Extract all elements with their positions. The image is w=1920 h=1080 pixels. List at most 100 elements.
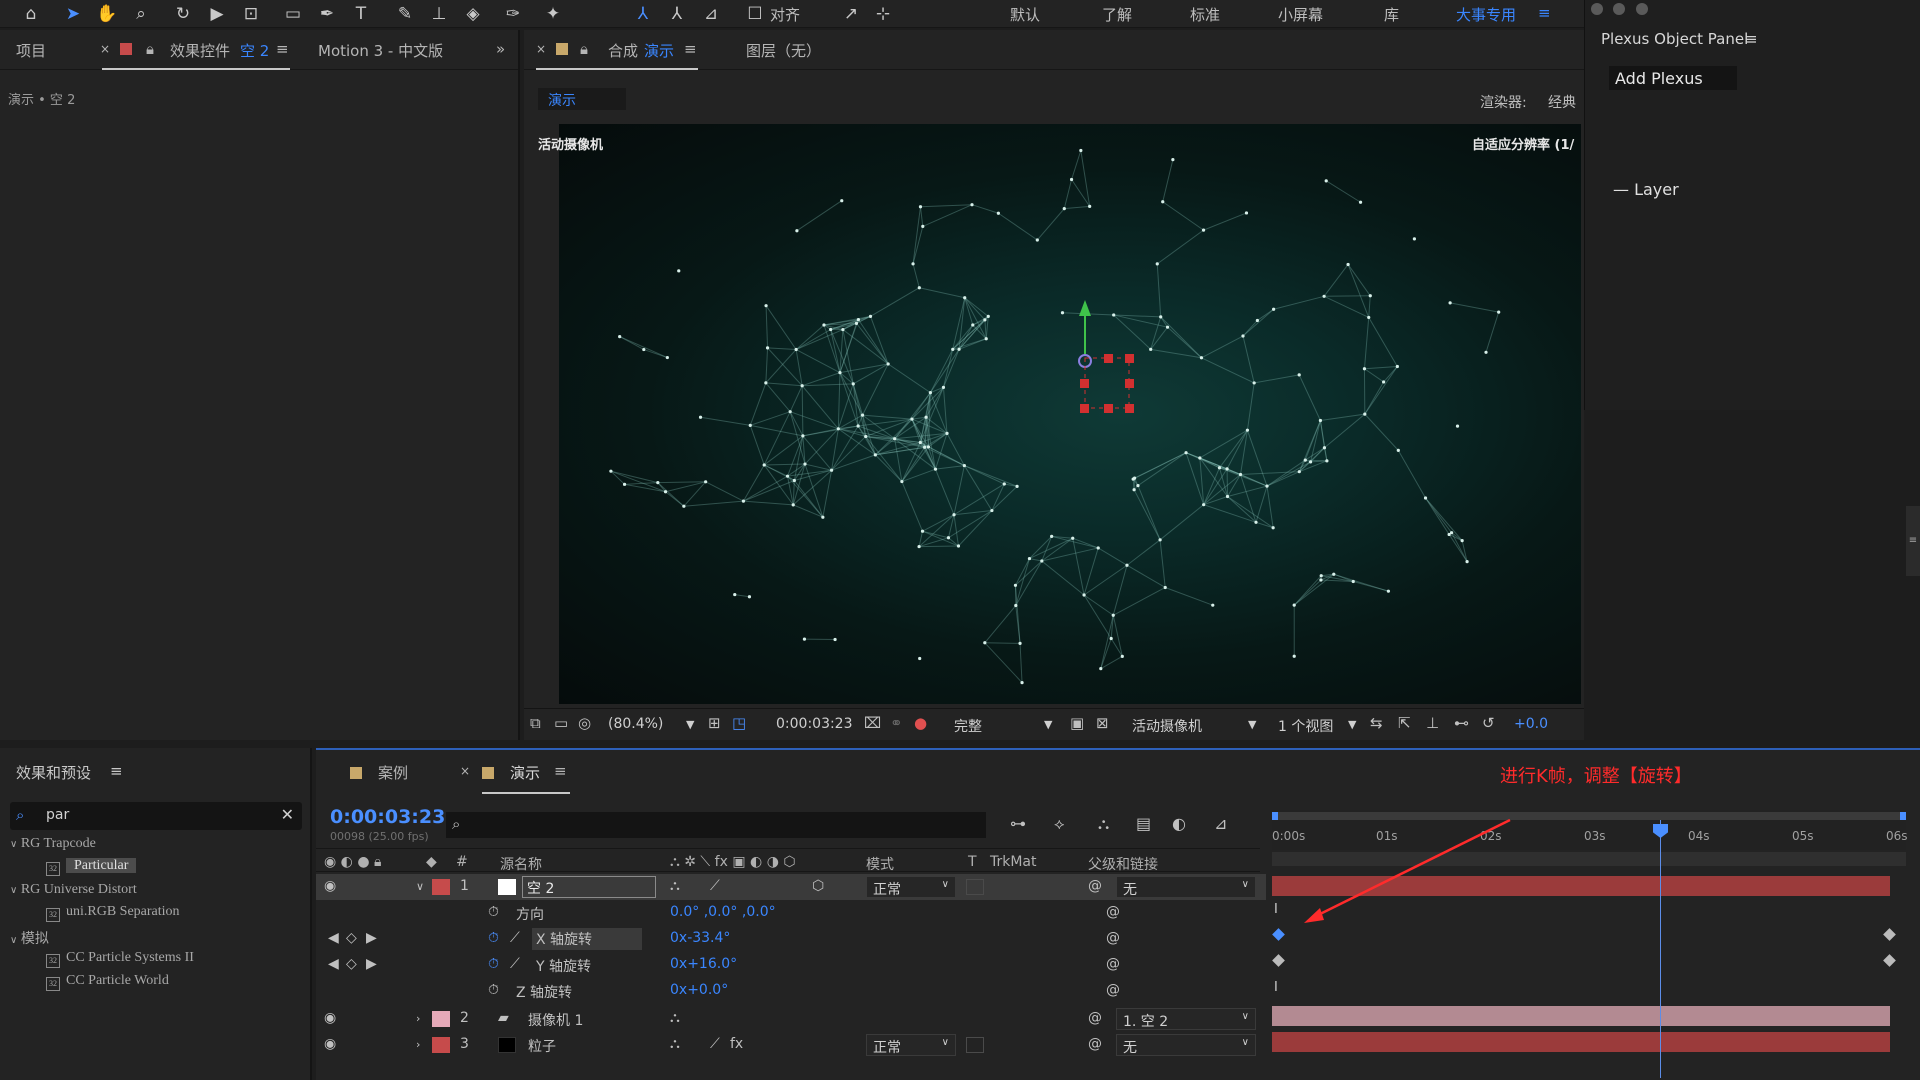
close-tab-icon[interactable]: × [100, 42, 110, 56]
graph-icon[interactable]: ⟋ [510, 956, 520, 972]
view-axis-icon[interactable]: ⊿ [698, 2, 724, 26]
tab-case[interactable]: 案例 [378, 762, 408, 783]
layer-name-field[interactable]: 空 2 [522, 876, 656, 898]
right-panel-handle[interactable]: ≡ [1906, 506, 1920, 576]
property-pick-whip-icon[interactable]: @ [1106, 982, 1120, 998]
workspace-small-screen[interactable]: 小屏幕 [1278, 4, 1323, 25]
layer-duration-bar-null[interactable] [1272, 876, 1890, 896]
panel-menu-icon[interactable]: ≡ [276, 40, 289, 58]
property-row-y-rotation[interactable]: ◀ ◇ ▶ ⏱ ⟋ Y 轴旋转 0x+16.0° @ [316, 952, 1266, 978]
clear-search-icon[interactable]: ✕ [281, 805, 294, 824]
column-source-name-header[interactable]: 源名称 [500, 854, 542, 874]
zoom-tool-icon[interactable]: ⌕ [128, 2, 154, 26]
timeline-graph-area[interactable]: 0:00s 01s 02s 03s 04s 05s 06s I I [1260, 810, 1920, 1080]
blend-mode-dropdown[interactable]: 正常 ∨ [866, 876, 956, 898]
reset-exposure-icon[interactable]: ↺ [1482, 714, 1495, 732]
next-keyframe-icon[interactable]: ▶ [366, 956, 377, 972]
zoom-chevron-down-icon[interactable]: ▼ [686, 718, 694, 731]
visibility-eye-icon[interactable]: ◉ [324, 1010, 336, 1026]
brush-tool-icon[interactable]: ✎ [392, 2, 418, 26]
lock-icon[interactable]: 🔒︎ [146, 40, 154, 58]
comp-mini-flowchart-icon[interactable]: ⊶ [1010, 814, 1026, 833]
pan-behind-tool-icon[interactable]: ⊡ [238, 2, 264, 26]
show-snapshot-icon[interactable]: ⚭ [890, 714, 903, 732]
pick-whip-icon[interactable]: @ [1088, 1036, 1102, 1052]
local-axis-icon[interactable]: ⅄ [630, 2, 656, 26]
stopwatch-icon[interactable]: ⏱ [488, 982, 499, 998]
visibility-eye-icon[interactable]: ◉ [324, 878, 336, 894]
layer-duration-bar-camera[interactable] [1272, 1006, 1890, 1026]
keyframe-x-rotation-start[interactable] [1272, 928, 1285, 941]
work-area-bar[interactable] [1272, 812, 1906, 820]
parent-dropdown[interactable]: 无 ∨ [1116, 876, 1256, 898]
color-channels-icon[interactable]: ● [914, 714, 927, 732]
timeline-icon[interactable]: ⊥ [1426, 714, 1439, 732]
plexus-layer-item[interactable]: — Layer [1613, 180, 1679, 199]
property-pick-whip-icon[interactable]: @ [1106, 956, 1120, 972]
workspace-active[interactable]: 大事专用 [1456, 4, 1516, 25]
tab-composition[interactable]: 合成 [608, 40, 638, 61]
layer-row-particles[interactable]: ◉ › 3 粒子 ⛬ ⟋ fx 正常 ∨ @ 无 ∨ [316, 1032, 1266, 1058]
comp-panel-menu-icon[interactable]: ≡ [684, 40, 697, 58]
monitor-icon[interactable]: ▭ [554, 714, 568, 732]
resolution-dropdown[interactable]: 完整 [954, 716, 982, 736]
effects-group-simulation[interactable]: ∨ 模拟 [10, 928, 302, 950]
layer-label-color[interactable] [432, 879, 450, 895]
puppet-pin-icon[interactable]: ✦ [540, 2, 566, 26]
layer-row-camera[interactable]: ◉ › 2 ▰ 摄像机 1 ⛬ @ 1. 空 2 ∨ [316, 1006, 1266, 1032]
layer-label-color[interactable] [432, 1037, 450, 1053]
stamp-tool-icon[interactable]: ⊥ [426, 2, 452, 26]
pick-whip-icon[interactable]: @ [1088, 878, 1102, 894]
close-comp-tab-icon[interactable]: × [536, 42, 546, 56]
effects-group-rg-trapcode[interactable]: ∨ RG Trapcode [10, 836, 302, 858]
draft-3d-icon[interactable]: ⇱ [1398, 714, 1411, 732]
graph-editor-icon[interactable]: ⊿ [1214, 814, 1227, 833]
effects-group-rg-universe-distort[interactable]: ∨ RG Universe Distort [10, 882, 302, 904]
timeline-search-input[interactable]: ⌕ [446, 812, 986, 838]
comp-subtab[interactable]: 演示 [538, 88, 626, 110]
add-plexus-button[interactable]: Add Plexus [1609, 66, 1737, 90]
home-icon[interactable]: ⌂ [18, 2, 44, 26]
mask-view-icon[interactable]: ◎ [578, 714, 591, 732]
tab-project[interactable]: 项目 [16, 40, 46, 61]
composition-viewer[interactable] [559, 124, 1581, 704]
quality-switch-icon[interactable]: ⟋ [710, 878, 720, 894]
tab-motion[interactable]: Motion 3 - 中文版 [318, 40, 443, 61]
trkmat-checkbox[interactable] [966, 1037, 984, 1053]
effects-item-uni-rgb-separation[interactable]: 32 uni.RGB Separation [46, 904, 338, 926]
viewer-timecode[interactable]: 0:00:03:23 [776, 716, 853, 732]
workspace-learn[interactable]: 了解 [1102, 4, 1132, 25]
property-value[interactable]: 0x+16.0° [670, 956, 737, 972]
parent-dropdown[interactable]: 1. 空 2 ∨ [1116, 1008, 1256, 1030]
workspace-standard[interactable]: 标准 [1190, 4, 1220, 25]
keyframe-y-rotation-end[interactable] [1883, 954, 1896, 967]
grid-icon[interactable]: ⊞ [708, 714, 721, 732]
null-object-gizmo[interactable] [559, 124, 1581, 704]
window-minimize-icon[interactable] [1613, 3, 1626, 15]
keyframe-y-rotation-start[interactable] [1272, 954, 1285, 967]
close-timeline-tab-icon[interactable]: × [460, 764, 470, 778]
add-keyframe-icon[interactable]: ◇ [346, 956, 357, 972]
next-keyframe-icon[interactable]: ▶ [366, 930, 377, 946]
flowchart-icon[interactable]: ⊷ [1454, 714, 1469, 732]
workspace-libraries[interactable]: 库 [1384, 4, 1399, 25]
timeline-menu-icon[interactable]: ≡ [554, 762, 567, 780]
frame-blending-icon[interactable]: ▤ [1136, 814, 1151, 833]
ruler-scrollbar[interactable] [1272, 852, 1906, 866]
stopwatch-active-icon[interactable]: ⏱ [488, 956, 499, 972]
eraser-tool-icon[interactable]: ◈ [460, 2, 486, 26]
window-zoom-icon[interactable] [1635, 3, 1648, 15]
keyframe-x-rotation-end[interactable] [1883, 928, 1896, 941]
text-tool-icon[interactable]: T [348, 2, 374, 26]
prev-keyframe-icon[interactable]: ◀ [328, 956, 339, 972]
hand-tool-icon[interactable]: ✋ [94, 2, 120, 26]
effects-item-cc-particle-world[interactable]: 32 CC Particle World [46, 973, 338, 995]
transparency-grid-icon[interactable]: ⊠ [1096, 714, 1109, 732]
add-keyframe-icon[interactable]: ◇ [346, 930, 357, 946]
plexus-panel-menu-icon[interactable]: ≡ [1745, 30, 1758, 48]
overflow-tabs-icon[interactable]: » [496, 40, 505, 58]
toggle-pixel-aspect-icon[interactable]: ⇆ [1370, 714, 1383, 732]
rectangle-tool-icon[interactable]: ▭ [280, 2, 306, 26]
effects-item-cc-particle-systems-ii[interactable]: 32 CC Particle Systems II [46, 950, 338, 972]
exposure-value[interactable]: +0.0 [1514, 716, 1548, 732]
